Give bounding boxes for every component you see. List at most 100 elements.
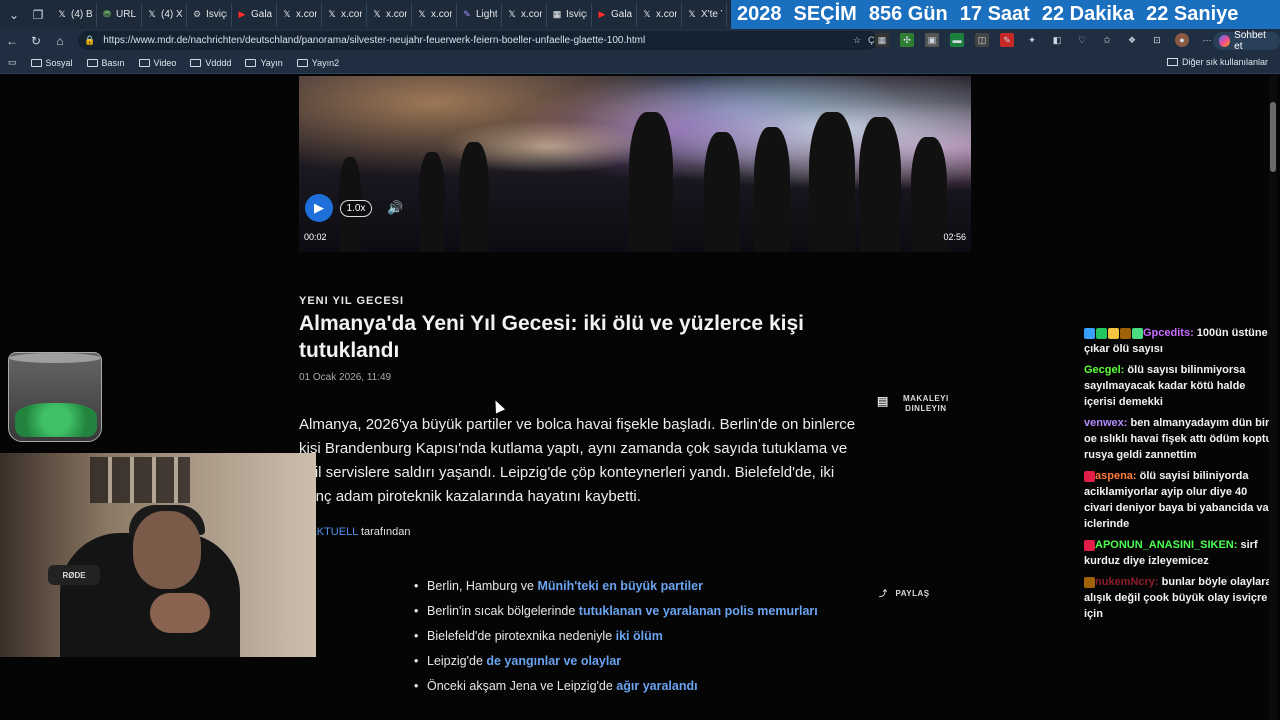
chat-username: Gpcedits: — [1143, 327, 1194, 339]
bookmark-folder-yayin[interactable]: Yayın — [245, 58, 283, 68]
other-favorites-folder[interactable]: Diğer sık kullanılanlar — [1166, 57, 1268, 67]
x-icon: 𝕏 — [508, 9, 516, 19]
video-frame-figure — [419, 152, 445, 252]
browser-tab[interactable]: ▶ Galata — [232, 2, 277, 27]
countdown-minutes: 22 Dakika — [1041, 3, 1135, 25]
browser-tab[interactable]: ✎ LightS — [457, 2, 502, 27]
chat-username: aspena: — [1095, 470, 1137, 482]
split-screen-icon[interactable]: ◧ — [1050, 33, 1064, 47]
play-icon: ▶ — [314, 200, 324, 215]
folder-icon — [190, 58, 202, 67]
audio-article-icon: ▤ — [877, 394, 889, 408]
browser-tab[interactable]: 𝕏x.com — [322, 2, 367, 27]
address-toolbar: ← ↻ ⌂ 🔒 https://www.mdr.de/nachrichten/d… — [0, 29, 1280, 64]
article-summary-list: Berlin, Hamburg ve Münih'teki en büyük p… — [414, 578, 818, 703]
volume-icon[interactable]: 🔊 — [387, 200, 403, 216]
extension-icon[interactable]: ▦ — [875, 33, 889, 47]
youtube-icon: ▶ — [598, 9, 606, 19]
tab-title: Galata — [251, 9, 272, 20]
chat-message: Gecgel: ölü sayısı bilinmiyorsa sayılmay… — [1084, 362, 1274, 410]
browser-tab[interactable]: ⛃ URL N — [97, 2, 142, 27]
badge-icon — [1120, 327, 1131, 339]
refresh-icon[interactable]: ↻ — [24, 34, 48, 48]
chat-badges — [1084, 576, 1095, 588]
extensions-puzzle-icon[interactable]: ✦ — [1025, 33, 1039, 47]
chat-username: APONUN_ANASINI_SIKEN: — [1095, 539, 1238, 551]
browser-tab[interactable]: ▦ İsviçre — [547, 2, 592, 27]
bookmarks-bar: ▭ Sosyal Basın Video Vdddd Yayın Yayın2 … — [0, 52, 1280, 74]
workspaces-button[interactable]: ❐ — [28, 5, 48, 25]
x-icon: 𝕏 — [688, 9, 696, 19]
extension-icon[interactable]: ▣ — [925, 33, 939, 47]
browser-tab[interactable]: 𝕏x.com — [637, 2, 682, 27]
summary-link[interactable]: iki ölüm — [616, 629, 663, 643]
summary-link[interactable]: tutuklanan ve yaralanan polis memurları — [579, 604, 818, 618]
list-item: Berlin, Hamburg ve Münih'teki en büyük p… — [414, 578, 818, 603]
playback-speed-button[interactable]: 1.0x — [340, 200, 372, 217]
browser-tab[interactable]: 𝕏 (4) Bu — [52, 2, 97, 27]
share-icon: ⤴ — [879, 589, 888, 598]
extension-icon[interactable]: ✣ — [900, 33, 914, 47]
bookmark-folder-yayin2[interactable]: Yayın2 — [296, 58, 339, 68]
summary-link[interactable]: ağır yaralandı — [616, 679, 697, 693]
browser-tab[interactable]: 𝕏 (4) X'te — [142, 2, 187, 27]
listen-article-button[interactable]: ▤ MAKALEYI DINLEYIN — [877, 394, 949, 414]
tab-actions-button[interactable]: ⌄ — [4, 5, 24, 25]
page-scrollbar[interactable] — [1269, 74, 1277, 720]
bookmark-folder-vdddd[interactable]: Vdddd — [190, 58, 231, 68]
share-button[interactable]: ⤴ PAYLAŞ — [879, 588, 930, 599]
folder-icon — [86, 58, 98, 67]
summary-link[interactable]: Münih'teki en büyük partiler — [537, 579, 703, 593]
browser-essentials-icon[interactable]: ♡ — [1075, 33, 1089, 47]
more-menu-icon[interactable]: ⋯ — [1200, 33, 1214, 47]
x-icon: 𝕏 — [328, 9, 336, 19]
back-icon[interactable]: ← — [0, 34, 24, 48]
extension-icon[interactable]: ◫ — [975, 33, 989, 47]
chat-message: aspena: ölü sayisi biliniyorda aciklamiy… — [1084, 468, 1274, 532]
bookmark-folder-basin[interactable]: Basın — [86, 58, 125, 68]
browser-tab[interactable]: 𝕏x.com — [277, 2, 322, 27]
copilot-chat-button[interactable]: Sohbet et — [1213, 30, 1280, 52]
favorites-icon[interactable]: ✩ — [1100, 33, 1114, 47]
tab-title: İsviçre — [206, 9, 227, 20]
home-icon[interactable]: ⌂ — [48, 34, 72, 48]
video-frame-figure — [704, 132, 740, 252]
copilot-icon — [1219, 35, 1231, 47]
list-item: Berlin'in sıcak bölgelerinde tutuklanan … — [414, 603, 818, 628]
scrollbar-thumb[interactable] — [1270, 102, 1276, 172]
browser-tab[interactable]: ⚙ İsviçre — [187, 2, 232, 27]
tab-title: URL N — [116, 9, 137, 20]
collections-icon[interactable]: ❖ — [1125, 33, 1139, 47]
bookmark-folder-sosyal[interactable]: Sosyal — [30, 58, 73, 68]
profile-avatar-icon[interactable]: ● — [1175, 33, 1189, 47]
tab-title: x.com — [521, 9, 542, 20]
share-label: PAYLAŞ — [895, 589, 930, 598]
badge-icon — [1096, 327, 1107, 339]
browser-tab[interactable]: 𝕏x.com — [412, 2, 457, 27]
pen-icon: ✎ — [463, 9, 471, 19]
article-category: YENI YIL GECESI — [299, 295, 405, 307]
browser-tab[interactable]: 𝕏x.com — [502, 2, 547, 27]
browser-tab[interactable]: 𝕏x.com — [367, 2, 412, 27]
candy-jar-overlay — [8, 352, 102, 442]
browser-tab[interactable]: ▶ Galata — [592, 2, 637, 27]
browser-tab[interactable]: 𝕏 X'te Y — [682, 2, 727, 27]
video-frame-figure — [459, 142, 489, 252]
gear-icon: ⚙ — [192, 9, 202, 19]
favorite-star-icon[interactable]: ☆ — [850, 33, 864, 47]
extension-icon[interactable]: ✎ — [1000, 33, 1014, 47]
bookmark-folder-video[interactable]: Video — [138, 58, 176, 68]
summary-link[interactable]: de yangınlar ve olaylar — [486, 654, 621, 668]
badge-icon — [1084, 470, 1095, 482]
bookmarks-menu-icon[interactable]: ▭ — [8, 57, 17, 68]
play-button[interactable]: ▶ — [305, 194, 333, 222]
extension-icon[interactable]: ▬ — [950, 33, 964, 47]
x-icon: 𝕏 — [283, 9, 291, 19]
video-player[interactable]: ▶ 1.0x 🔊 00:02 02:56 — [299, 76, 971, 252]
screenshot-icon[interactable]: ⊡ — [1150, 33, 1164, 47]
x-icon: 𝕏 — [643, 9, 651, 19]
chat-username: nukemNcry: — [1095, 576, 1159, 588]
video-frame-figure — [754, 127, 790, 252]
address-bar[interactable]: 🔒 https://www.mdr.de/nachrichten/deutsch… — [78, 31, 889, 64]
youtube-icon: ▶ — [238, 9, 246, 19]
